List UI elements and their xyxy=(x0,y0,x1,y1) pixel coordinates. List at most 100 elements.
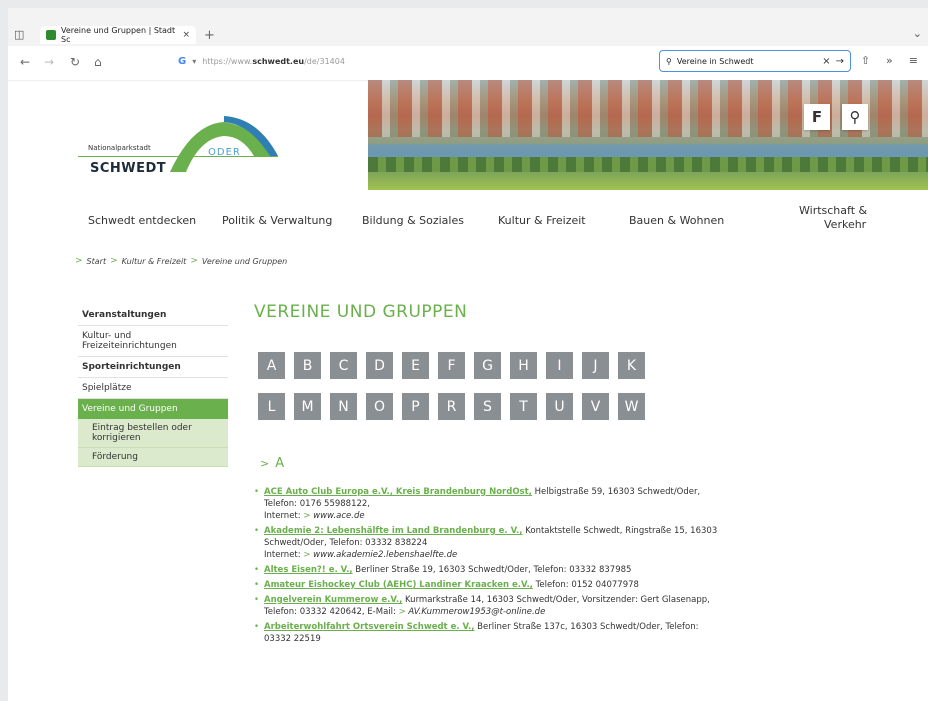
letter-button-i[interactable]: I xyxy=(546,352,573,379)
menu-bar xyxy=(8,8,928,24)
reload-icon[interactable]: ↻ xyxy=(70,55,80,69)
entry-website-link[interactable]: > www.akademie2.lebenshaelfte.de xyxy=(303,550,457,560)
flag-icon[interactable]: F xyxy=(804,104,830,130)
main-navigation: Schwedt entdecken Politik & Verwaltung B… xyxy=(8,204,928,240)
letter-button-u[interactable]: U xyxy=(546,393,573,420)
tab-title: Vereine und Gruppen | Stadt Sc xyxy=(61,26,176,44)
browser-tab-active[interactable]: Vereine und Gruppen | Stadt Sc × xyxy=(40,26,196,44)
entry-details: Berliner Straße 137c, 16303 Schwedt/Oder… xyxy=(474,622,699,632)
letter-button-h[interactable]: H xyxy=(510,352,537,379)
tab-close-icon[interactable]: × xyxy=(182,30,190,40)
list-item: • Angelverein Kummerow e.V., Kurmarkstraß… xyxy=(254,594,814,618)
home-icon[interactable]: ⌂ xyxy=(94,55,102,69)
list-item: • Arbeiterwohlfahrt Ortsverein Schwedt e.… xyxy=(254,621,814,645)
forward-icon[interactable]: → xyxy=(44,55,54,69)
section-heading-a: > A xyxy=(260,456,285,471)
letter-button-d[interactable]: D xyxy=(366,352,393,379)
breadcrumb: > Start > Kultur & Freizeit > Vereine un… xyxy=(75,256,287,266)
bullet-icon: • xyxy=(254,487,260,497)
chevron-right-icon: > xyxy=(75,256,83,266)
search-clear-icon[interactable]: × xyxy=(822,56,830,67)
letter-button-p[interactable]: P xyxy=(402,393,429,420)
letter-button-c[interactable]: C xyxy=(330,352,357,379)
city-panorama-image: F ⚲ xyxy=(368,80,928,190)
letter-button-n[interactable]: N xyxy=(330,393,357,420)
sidebar-subitem-foerderung[interactable]: Förderung xyxy=(78,448,228,467)
entry-name-link[interactable]: Amateur Eishockey Club (AEHC) Landiner K… xyxy=(264,580,533,590)
bullet-icon: • xyxy=(254,526,260,536)
letter-button-g[interactable]: G xyxy=(474,352,501,379)
breadcrumb-kultur[interactable]: Kultur & Freizeit xyxy=(122,257,187,266)
list-item: • Amateur Eishockey Club (AEHC) Landiner … xyxy=(254,579,814,591)
entry-name-link[interactable]: ACE Auto Club Europa e.V., Kreis Branden… xyxy=(264,487,532,497)
chevron-down-icon[interactable]: ⌄ xyxy=(913,27,922,40)
sidebar-item-spielplaetze[interactable]: Spielplätze xyxy=(78,378,228,399)
letter-button-o[interactable]: O xyxy=(366,393,393,420)
main-content: VEREINE UND GRUPPEN ABCDEFGHIJK LMNOPRST… xyxy=(254,302,814,644)
web-page: F ⚲ Nationalparkstadt SCHWEDT ODER Schwe… xyxy=(8,80,928,701)
entry-name-link[interactable]: Arbeiterwohlfahrt Ortsverein Schwedt e. … xyxy=(264,622,474,632)
logo-title: SCHWEDT xyxy=(90,161,167,176)
letter-button-t[interactable]: T xyxy=(510,393,537,420)
letter-button-f[interactable]: F xyxy=(438,352,465,379)
entry-details-line2: 03332 22519 xyxy=(264,634,321,644)
sidebar-toggle-icon[interactable]: ◫ xyxy=(14,28,24,41)
nav-schwedt-entdecken[interactable]: Schwedt entdecken xyxy=(88,214,196,227)
bullet-icon: • xyxy=(254,565,260,575)
search-value: Vereine in Schwedt xyxy=(676,56,754,66)
letter-button-m[interactable]: M xyxy=(294,393,321,420)
entry-list: • ACE Auto Club Europa e.V., Kreis Brande… xyxy=(254,486,814,648)
sidebar-item-vereine-active[interactable]: Vereine und Gruppen xyxy=(78,399,228,419)
letter-button-k[interactable]: K xyxy=(618,352,645,379)
new-tab-button[interactable]: + xyxy=(204,28,215,43)
breadcrumb-start[interactable]: Start xyxy=(87,257,107,266)
browser-search-input[interactable]: ⚲ Vereine in Schwedt × → xyxy=(659,50,851,72)
letter-button-w[interactable]: W xyxy=(618,393,645,420)
logo-subtitle: Nationalparkstadt xyxy=(88,144,151,152)
back-icon[interactable]: ← xyxy=(20,55,30,69)
share-icon[interactable]: ⇧ xyxy=(861,54,870,67)
entry-email-link[interactable]: > AV.Kummerow1953@t-online.de xyxy=(399,607,546,617)
bullet-icon: • xyxy=(254,622,260,632)
letter-button-b[interactable]: B xyxy=(294,352,321,379)
entry-name-link[interactable]: Altes Eisen?! e. V., xyxy=(264,565,353,575)
entry-details-line2: Telefon: 03332 420642, E-Mail: > AV.Kumm… xyxy=(264,607,546,617)
letter-button-s[interactable]: S xyxy=(474,393,501,420)
entry-details-line2: Schwedt/Oder, Telefon: 03332 838224 xyxy=(264,538,428,548)
overflow-chevron-icon[interactable]: » xyxy=(886,54,893,67)
bullet-icon: • xyxy=(254,580,260,590)
logo-oder: ODER xyxy=(208,147,241,158)
entry-name-link[interactable]: Akademie 2: Lebenshälfte im Land Branden… xyxy=(264,526,523,536)
browser-window: ◫ Vereine und Gruppen | Stadt Sc × + ⌄ ←… xyxy=(8,8,928,701)
google-icon[interactable]: G xyxy=(178,56,186,67)
url-bar[interactable]: G ▾ https://www.schwedt.eu/de/31404 xyxy=(178,56,345,67)
sidebar-item-sporteinrichtungen[interactable]: Sporteinrichtungen xyxy=(78,357,228,378)
search-go-icon[interactable]: → xyxy=(836,56,844,67)
page-title: VEREINE UND GRUPPEN xyxy=(254,302,468,322)
letter-button-v[interactable]: V xyxy=(582,393,609,420)
search-icon[interactable]: ⚲ xyxy=(842,104,868,130)
letter-button-l[interactable]: L xyxy=(258,393,285,420)
nav-bauen-wohnen[interactable]: Bauen & Wohnen xyxy=(629,214,724,227)
toolbar-right: ⇧ » ≡ xyxy=(861,54,918,67)
nav-wirtschaft-verkehr-line2[interactable]: Verkehr xyxy=(824,218,866,231)
sidebar-item-veranstaltungen[interactable]: Veranstaltungen xyxy=(78,305,228,326)
letter-button-j[interactable]: J xyxy=(582,352,609,379)
alphabet-index: ABCDEFGHIJK LMNOPRSTUVW xyxy=(258,352,645,434)
menu-icon[interactable]: ≡ xyxy=(909,54,918,67)
nav-kultur-freizeit[interactable]: Kultur & Freizeit xyxy=(498,214,586,227)
entry-name-link[interactable]: Angelverein Kummerow e.V., xyxy=(264,595,402,605)
entry-details: Telefon: 0152 04077978 xyxy=(532,580,639,590)
letter-button-r[interactable]: R xyxy=(438,393,465,420)
site-logo[interactable]: Nationalparkstadt SCHWEDT ODER xyxy=(74,114,284,186)
sidebar-item-kultureinrichtungen[interactable]: Kultur- und Freizeiteinrichtungen xyxy=(78,326,228,357)
nav-politik-verwaltung[interactable]: Politik & Verwaltung xyxy=(222,214,332,227)
sidebar-subitem-eintrag[interactable]: Eintrag bestellen oder korrigieren xyxy=(78,419,228,448)
nav-wirtschaft-verkehr[interactable]: Wirtschaft & xyxy=(799,204,867,217)
letter-button-e[interactable]: E xyxy=(402,352,429,379)
entry-internet: Internet: > www.akademie2.lebenshaelfte.… xyxy=(264,550,458,560)
tab-bar: ◫ Vereine und Gruppen | Stadt Sc × + ⌄ xyxy=(8,24,928,46)
entry-website-link[interactable]: > www.ace.de xyxy=(303,511,364,521)
nav-bildung-soziales[interactable]: Bildung & Soziales xyxy=(362,214,464,227)
letter-button-a[interactable]: A xyxy=(258,352,285,379)
